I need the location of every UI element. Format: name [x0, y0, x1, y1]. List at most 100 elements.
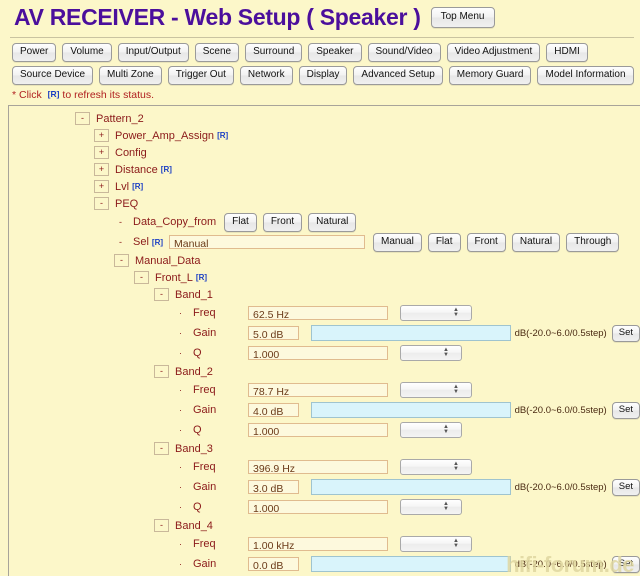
band-3-gain-label: Gain [193, 481, 217, 493]
band-1-freq-select[interactable]: ▲ ▼ [400, 305, 472, 321]
toggle-distance[interactable]: + [94, 163, 109, 176]
refresh-hint-suffix: to refresh its status. [59, 89, 155, 101]
data-copy-from-flat-button[interactable]: Flat [224, 212, 257, 232]
toggle-pattern[interactable]: - [75, 112, 90, 125]
data-copy-from-buttons: Flat Front Natural [224, 212, 357, 232]
band-3-freq-label: Freq [193, 461, 216, 473]
refresh-hint-prefix: * Click [12, 89, 45, 101]
band-3-gain-input[interactable] [310, 479, 511, 495]
nav-button-volume[interactable]: Volume [62, 43, 112, 62]
tree-node-band: - Band_3 [9, 440, 640, 457]
toggle-data-copy-from[interactable]: - [114, 217, 127, 227]
nav-button-model-information[interactable]: Model Information [537, 66, 634, 85]
sel-through-button[interactable]: Through [566, 232, 620, 252]
refresh-icon-power-amp-assign[interactable]: [R] [217, 131, 228, 140]
refresh-hint-tag: [R] [47, 89, 60, 99]
toggle-band-3[interactable]: - [154, 442, 169, 455]
nav-button-video-adjustment[interactable]: Video Adjustment [446, 43, 541, 62]
nav-button-hdmi[interactable]: HDMI [546, 43, 588, 62]
band-4-gain-unit-note: dB(-20.0~6.0/0.5step) [514, 558, 607, 570]
tree-label-front-l: Front_L [155, 271, 193, 284]
band-3-q-row: · Q 1.000 ▲ ▼ [9, 497, 640, 517]
sel-flat-button[interactable]: Flat [427, 232, 461, 252]
band-4-freq-value: 1.00 kHz [248, 537, 388, 552]
toggle-band-2[interactable]: - [154, 365, 169, 378]
nav-button-network[interactable]: Network [239, 66, 293, 85]
nav-button-scene[interactable]: Scene [194, 43, 240, 62]
toggle-lvl[interactable]: + [94, 180, 109, 193]
band-4-gain-input[interactable] [310, 556, 511, 572]
tree-label-manual-data: Manual_Data [135, 254, 201, 267]
toggle-config[interactable]: + [94, 146, 109, 159]
stepper-arrows-icon: ▲ ▼ [453, 461, 459, 472]
tree-node-band: - Band_2 [9, 363, 640, 380]
toggle-band-4[interactable]: - [154, 519, 169, 532]
nav-button-advanced-setup[interactable]: Advanced Setup [353, 66, 443, 85]
data-copy-from-natural-button[interactable]: Natural [308, 212, 357, 232]
sel-manual-button[interactable]: Manual [373, 232, 422, 252]
band-2-set-button[interactable]: Set [611, 401, 640, 419]
page-header: AV RECEIVER - Web Setup ( Speaker ) Top … [0, 0, 640, 31]
band-4-freq-select[interactable]: ▲ ▼ [400, 536, 472, 552]
band-3-freq-select[interactable]: ▲ ▼ [400, 459, 472, 475]
toggle-sel[interactable]: - [114, 237, 127, 247]
nav-button-trigger-out[interactable]: Trigger Out [167, 66, 234, 85]
data-copy-from-front-button[interactable]: Front [262, 212, 303, 232]
band-2-gain-input[interactable] [310, 402, 511, 418]
tree-label-peq: PEQ [115, 197, 139, 210]
tree-node-band: - Band_4 [9, 517, 640, 534]
nav-button-display[interactable]: Display [298, 66, 348, 85]
bullet-icon: · [179, 462, 182, 472]
stepper-arrows-icon: ▲ ▼ [443, 347, 449, 358]
stepper-arrows-icon: ▲ ▼ [443, 424, 449, 435]
band-4-set-button[interactable]: Set [611, 555, 640, 573]
stepper-arrows-icon: ▲ ▼ [453, 384, 459, 395]
top-menu-button[interactable]: Top Menu [430, 7, 495, 28]
band-2-freq-value: 78.7 Hz [248, 383, 388, 398]
band-2-freq-label: Freq [193, 384, 216, 396]
tree-label-band-4: Band_4 [175, 519, 213, 532]
bullet-icon: · [179, 308, 182, 318]
band-3-set-button[interactable]: Set [611, 478, 640, 496]
refresh-icon-front-l[interactable]: [R] [196, 273, 207, 282]
band-3-freq-row: · Freq 396.9 Hz ▲ ▼ [9, 457, 640, 477]
toggle-peq[interactable]: - [94, 197, 109, 210]
band-1-gain-value: 5.0 dB [248, 326, 299, 341]
band-1-gain-input[interactable] [310, 325, 511, 341]
band-3-gain-unit-note: dB(-20.0~6.0/0.5step) [514, 481, 607, 493]
toggle-band-1[interactable]: - [154, 288, 169, 301]
bullet-icon: · [179, 502, 182, 512]
tree-node-distance: + Distance [R] [9, 161, 640, 178]
band-1-q-row: · Q 1.000 ▲ ▼ [9, 343, 640, 363]
nav-button-surround[interactable]: Surround [245, 43, 303, 62]
nav-button-input-output[interactable]: Input/Output [117, 43, 189, 62]
band-1-set-button[interactable]: Set [611, 324, 640, 342]
bullet-icon: · [179, 385, 182, 395]
nav-button-power[interactable]: Power [12, 43, 57, 62]
toggle-front-l[interactable]: - [134, 271, 149, 284]
nav-button-multi-zone[interactable]: Multi Zone [99, 66, 162, 85]
nav-button-memory-guard[interactable]: Memory Guard [448, 66, 532, 85]
band-1-q-select[interactable]: ▲ ▼ [400, 345, 462, 361]
band-2-q-select[interactable]: ▲ ▼ [400, 422, 462, 438]
band-2-freq-select[interactable]: ▲ ▼ [400, 382, 472, 398]
toggle-manual-data[interactable]: - [114, 254, 129, 267]
sel-buttons: Manual Flat Front Natural Through [373, 232, 620, 252]
nav-button-sound-video[interactable]: Sound/Video [367, 43, 441, 62]
sel-front-button[interactable]: Front [466, 232, 506, 252]
band-3-q-select[interactable]: ▲ ▼ [400, 499, 462, 515]
bullet-icon: · [179, 482, 182, 492]
tree-node-data-copy-from: - Data_Copy_from Flat Front Natural [9, 212, 640, 232]
refresh-icon-distance[interactable]: [R] [161, 165, 172, 174]
tree-node-front-l: - Front_L [R] [9, 269, 640, 286]
band-1-gain-row: · Gain 5.0 dB dB(-20.0~6.0/0.5step) Set [9, 323, 640, 343]
nav-button-speaker[interactable]: Speaker [308, 43, 362, 62]
refresh-icon-sel[interactable]: [R] [152, 238, 163, 247]
band-2-q-row: · Q 1.000 ▲ ▼ [9, 420, 640, 440]
toggle-power-amp-assign[interactable]: + [94, 129, 109, 142]
nav-button-source-device[interactable]: Source Device [12, 66, 94, 85]
tree-label-band-1: Band_1 [175, 288, 213, 301]
stepper-arrows-icon: ▲ ▼ [453, 307, 459, 318]
sel-natural-button[interactable]: Natural [511, 232, 561, 252]
refresh-icon-lvl[interactable]: [R] [132, 182, 143, 191]
